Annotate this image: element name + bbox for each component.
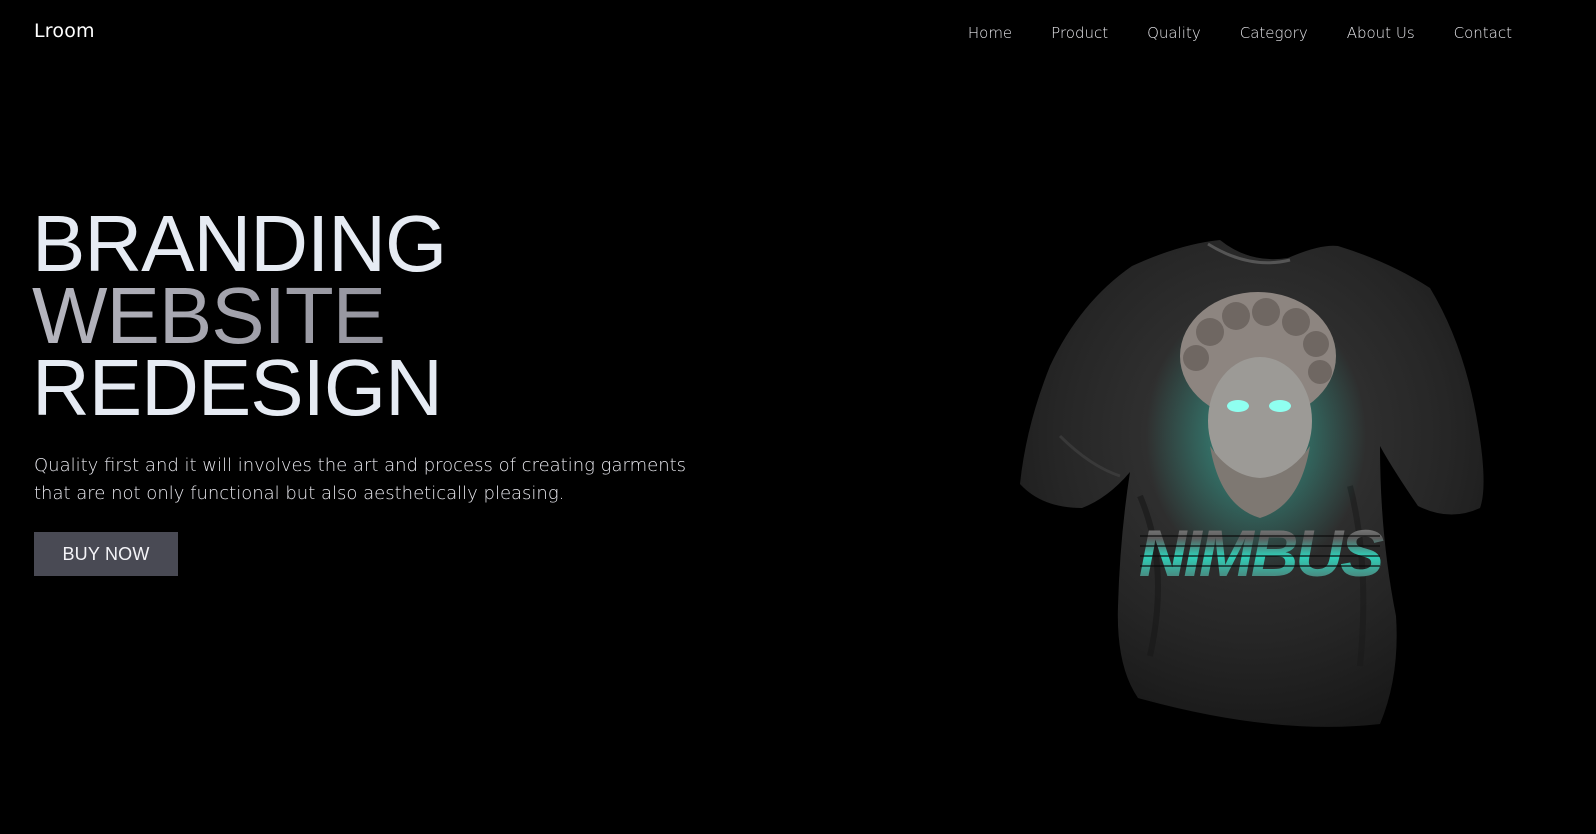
- main-nav: Home Product Quality Category About Us C…: [968, 24, 1512, 42]
- hero-title-line-redesign: REDESIGN: [32, 343, 443, 432]
- top-navigation-bar: Lroom Home Product Quality Category Abou…: [0, 0, 1596, 66]
- hero-description: Quality first and it will involves the a…: [34, 452, 714, 508]
- hero-title-line-branding: BRANDING: [32, 199, 447, 288]
- hero-title: BRANDING WEBSITE REDESIGN: [32, 199, 447, 432]
- nav-item-about-us[interactable]: About Us: [1347, 24, 1415, 42]
- site-logo[interactable]: Lroom: [34, 20, 95, 42]
- tshirt-print-text: NIMBUS: [1139, 516, 1384, 590]
- nav-item-product[interactable]: Product: [1051, 24, 1108, 42]
- hero-description-line-2: that are not only functional but also ae…: [34, 483, 565, 504]
- nav-item-category[interactable]: Category: [1240, 24, 1308, 42]
- hero-description-line-1: Quality first and it will involves the a…: [34, 455, 687, 476]
- tshirt-product-image: NIMBUS: [1020, 240, 1484, 727]
- hero-title-line-website: WEBSITE: [32, 276, 446, 356]
- nav-item-home[interactable]: Home: [968, 24, 1012, 42]
- buy-now-button[interactable]: BUY NOW: [34, 532, 178, 576]
- nav-item-contact[interactable]: Contact: [1454, 24, 1512, 42]
- nav-item-quality[interactable]: Quality: [1147, 24, 1201, 42]
